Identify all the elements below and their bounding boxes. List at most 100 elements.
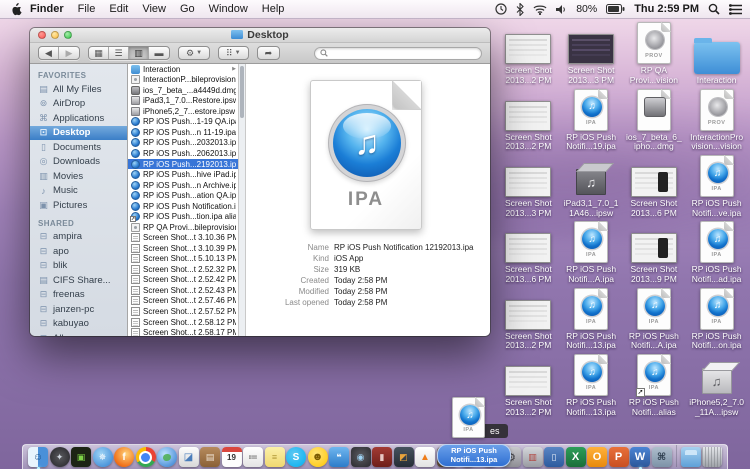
search-field[interactable] — [314, 47, 482, 60]
desktop-icon[interactable]: ♫IPA➚ RP iOS Push Notifi...alias — [623, 352, 686, 418]
menu-item[interactable]: Edit — [109, 3, 128, 15]
file-row[interactable]: ios_7_beta_...a4449d.dmg — [128, 85, 238, 96]
file-row[interactable]: RP iOS Push...hive iPad.ipa — [128, 169, 238, 180]
dock-item[interactable]: ✦ — [50, 447, 70, 467]
desktop-icon[interactable]: ♫IPA RP iOS Push Notifi...A.ipa — [560, 219, 623, 285]
title-bar[interactable]: Desktop — [30, 28, 490, 43]
dock-item[interactable] — [136, 447, 156, 467]
sidebar-shared-item[interactable]: ⊟ freenas — [30, 288, 127, 303]
arrange-menu-button[interactable]: ⠿▼ — [218, 46, 249, 60]
sidebar-shared-item[interactable]: ⊟ janzen-pc — [30, 302, 127, 317]
file-row[interactable]: RP iOS Push...n Archive.ipa — [128, 180, 238, 191]
desktop-icon[interactable]: ♫ iPad3,1_7.0_1 1A46...ipsw — [560, 153, 623, 219]
menu-item[interactable]: File — [78, 3, 96, 15]
file-row[interactable]: RP QA Provi...bileprovision — [128, 222, 238, 233]
file-row[interactable]: Screen Shot...t 2.57.46 PM — [128, 296, 238, 307]
dock-item[interactable]: ◪ — [179, 447, 199, 467]
dragged-ipa-file[interactable]: ♫IPA — [452, 397, 485, 438]
dock-item[interactable]: S — [286, 447, 306, 467]
menu-item[interactable]: Go — [180, 3, 195, 15]
sidebar-shared-item[interactable]: ⊟ ampira — [30, 230, 127, 245]
desktop-icon[interactable]: ios_7_beta_6_ ipho...dmg — [623, 86, 686, 152]
spotlight-icon[interactable] — [708, 3, 720, 15]
menu-item[interactable]: View — [142, 3, 166, 15]
dock-item[interactable]: ▮ — [372, 447, 392, 467]
desktop-icon[interactable]: Screen Shot 2013...3 PM — [497, 153, 560, 219]
dock-item[interactable]: ◉ — [351, 447, 371, 467]
file-row[interactable]: Screen Shot...t 3.10.39 PM — [128, 243, 238, 254]
sidebar-item[interactable]: ⊚ AirDrop — [30, 97, 127, 112]
sidebar-item[interactable]: ▣ Pictures — [30, 198, 127, 213]
share-button[interactable]: ➦ — [257, 46, 281, 60]
dock-item[interactable]: ▣ — [71, 447, 91, 467]
dock-item[interactable]: ≔ — [243, 447, 263, 467]
sidebar-shared-item[interactable]: ▤ CIFS Share... — [30, 273, 127, 288]
dock-item[interactable]: ☻ — [308, 447, 328, 467]
dock-item[interactable]: ▯ — [544, 447, 564, 467]
sidebar-item[interactable]: ▯ Documents — [30, 140, 127, 155]
scrollbar-thumb[interactable] — [240, 66, 244, 118]
file-row[interactable]: RP iOS Push...n 11-19.ipa — [128, 127, 238, 138]
wifi-icon[interactable] — [533, 4, 547, 15]
dock-item[interactable]: ◩ — [394, 447, 414, 467]
bluetooth-icon[interactable] — [516, 3, 524, 16]
file-row[interactable]: Screen Shot...t 2.58.12 PM — [128, 317, 238, 328]
file-row[interactable]: Screen Shot...t 2.52.43 PM — [128, 285, 238, 296]
file-row[interactable]: iPad3,1_7.0...Restore.ipsw — [128, 96, 238, 107]
volume-icon[interactable] — [556, 4, 567, 15]
file-row[interactable]: RP iOS Push...tion.ipa alias — [128, 211, 238, 222]
sidebar-item[interactable]: ♪ Music — [30, 184, 127, 199]
file-row[interactable]: Screen Shot...t 2.57.52 PM — [128, 306, 238, 317]
scrollbar-track[interactable] — [238, 64, 246, 336]
desktop-icon[interactable]: ♫IPA RP iOS Push Notifi...13.ipa — [560, 352, 623, 418]
dock-item[interactable]: ❝ — [329, 447, 349, 467]
desktop-icon[interactable]: Screen Shot 2013...2 PM — [497, 352, 560, 418]
file-row[interactable]: Interaction ▶ — [128, 64, 238, 75]
dock-item[interactable]: O — [587, 447, 607, 467]
icon-view-button[interactable]: ▦ — [89, 47, 109, 59]
ipa-file-preview-icon[interactable]: ♫ IPA — [310, 80, 422, 230]
sidebar-shared-item[interactable]: ⊟ apo — [30, 244, 127, 259]
file-row[interactable]: RP iOS Push Notification.ipa — [128, 201, 238, 212]
dock-item[interactable]: ▥ — [523, 447, 543, 467]
desktop-icon[interactable]: ♫ iPhone5,2_7.0 _11A...ipsw — [685, 352, 748, 418]
desktop-icon[interactable]: PROV InteractionPro vision...vision — [685, 86, 748, 152]
desktop-icon[interactable]: ♫IPA RP iOS Push Notifi...ad.ipa — [685, 219, 748, 285]
desktop-icon[interactable]: Interaction — [685, 20, 748, 86]
menu-item[interactable]: Help — [262, 3, 285, 15]
desktop-icon[interactable]: ♫IPA RP iOS Push Notifi...on.ipa — [685, 285, 748, 351]
file-row[interactable]: Screen Shot...t 5.10.13 PM — [128, 254, 238, 265]
dock-item[interactable]: ▤ — [200, 447, 220, 467]
forward-button[interactable]: ▶ — [59, 47, 79, 59]
desktop-icon[interactable]: Screen Shot 2013...3 PM — [560, 20, 623, 86]
file-row[interactable]: Screen Shot...t 2.52.32 PM — [128, 264, 238, 275]
column-view-button[interactable]: ▥ — [129, 47, 149, 59]
file-row[interactable]: Screen Shot...t 2.58.17 PM — [128, 327, 238, 336]
dock-item[interactable]: f — [114, 447, 134, 467]
menu-item[interactable]: Window — [209, 3, 248, 15]
sidebar-item[interactable]: ◎ Downloads — [30, 155, 127, 170]
dock-item[interactable]: ≡ — [265, 447, 285, 467]
back-button[interactable]: ◀ — [39, 47, 59, 59]
dock-item[interactable]: ☺ — [28, 447, 48, 467]
dock-item[interactable]: ✵ — [93, 447, 113, 467]
desktop-icon[interactable]: Screen Shot 2013...9 PM — [623, 219, 686, 285]
file-row[interactable]: Screen Shot...t 2.52.42 PM — [128, 275, 238, 286]
action-menu-button[interactable]: ⚙▼ — [178, 46, 210, 60]
apple-menu-icon[interactable] — [8, 3, 24, 16]
menu-app-name[interactable]: Finder — [30, 3, 64, 15]
desktop-icon[interactable]: ♫IPA RP iOS Push Notifi...A.ipa — [623, 285, 686, 351]
dock-item[interactable] — [157, 447, 177, 467]
file-row[interactable]: RP iOS Push...2062013.ipa — [128, 148, 238, 159]
sidebar-shared-item[interactable]: ⊞ All... — [30, 331, 127, 336]
file-row[interactable]: RP iOS Push...ation QA.ipa — [128, 190, 238, 201]
desktop-icon[interactable]: Screen Shot 2013...6 PM — [623, 153, 686, 219]
desktop-icon[interactable]: PROV RP QA Provi...vision — [623, 20, 686, 86]
file-row[interactable]: RP iOS Push...2032013.ipa — [128, 138, 238, 149]
file-row[interactable]: RP iOS Push...2192013.ipa — [128, 159, 238, 170]
file-row[interactable]: InteractionP...bileprovision — [128, 75, 238, 86]
notification-center-icon[interactable] — [729, 4, 742, 15]
sidebar-item[interactable]: ⊡ Desktop — [30, 126, 127, 141]
desktop-icon[interactable]: Screen Shot 2013...2 PM — [497, 20, 560, 86]
dock-item[interactable]: W — [630, 447, 650, 467]
